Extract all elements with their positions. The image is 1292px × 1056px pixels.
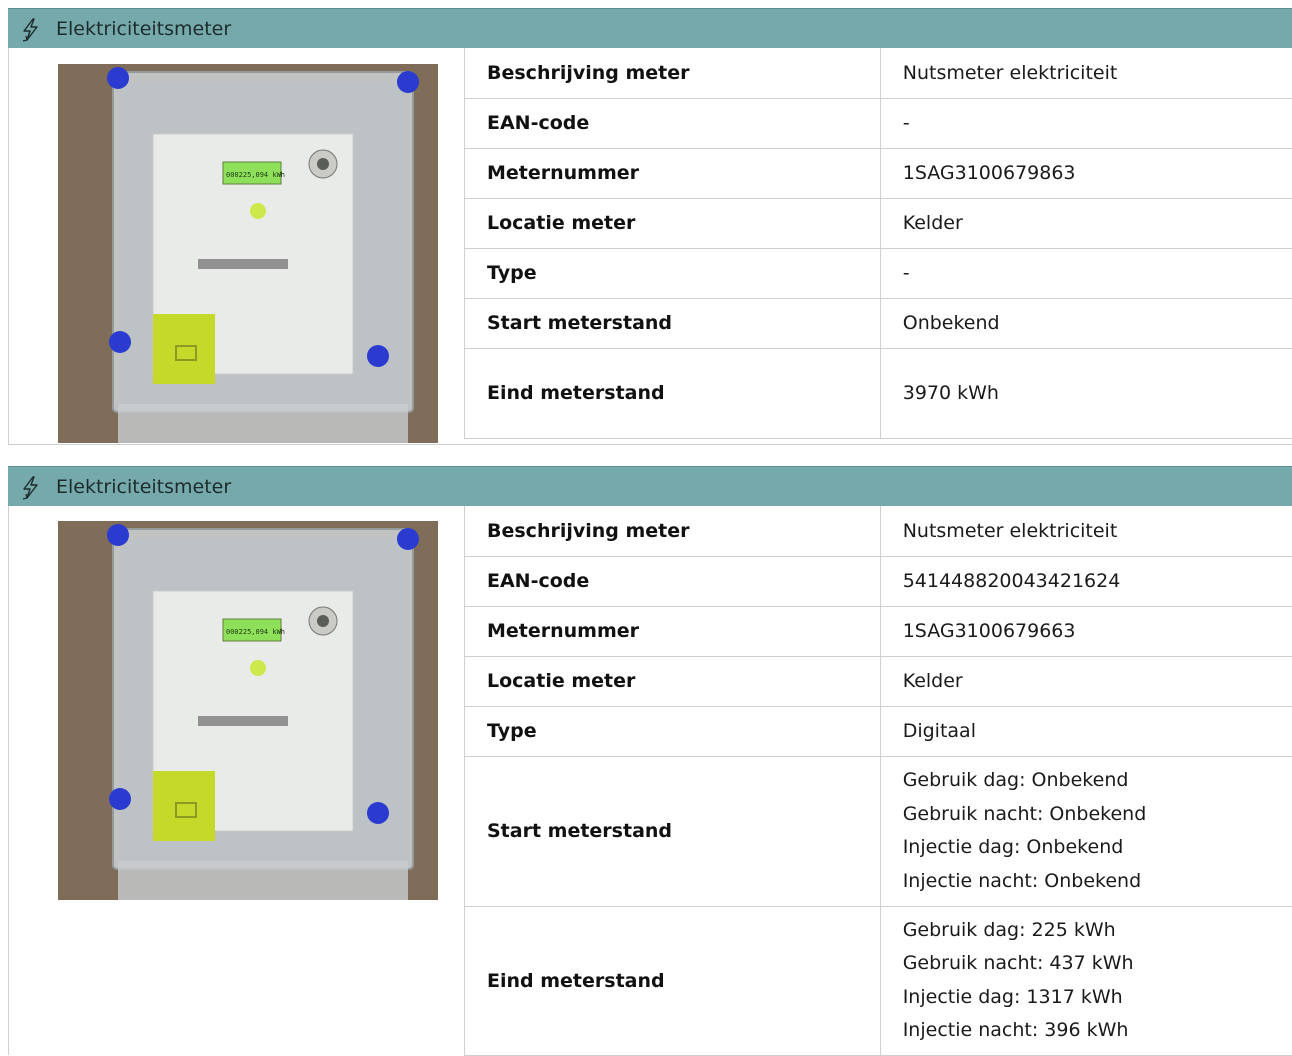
meter-details-table: Beschrijving meter Nutsmeter elektricite… xyxy=(464,48,1292,439)
row-value: Gebruik dag: Onbekend Gebruik nacht: Onb… xyxy=(880,756,1292,906)
row-label: Locatie meter xyxy=(465,656,881,706)
row-value: 541448820043421624 xyxy=(880,556,1292,606)
table-row: Eind meterstand 3970 kWh xyxy=(465,348,1292,438)
row-label: EAN-code xyxy=(465,98,881,148)
svg-text:000225,094 kWh: 000225,094 kWh xyxy=(226,171,285,179)
row-value: 3970 kWh xyxy=(880,348,1292,438)
table-row: Meternummer 1SAG3100679663 xyxy=(465,606,1292,656)
table-row: EAN-code - xyxy=(465,98,1292,148)
table-row: Locatie meter Kelder xyxy=(465,198,1292,248)
row-value: Onbekend xyxy=(880,298,1292,348)
section-title: Elektriciteitsmeter xyxy=(56,476,231,498)
table-row: Locatie meter Kelder xyxy=(465,656,1292,706)
meter-photo-image: 000225,094 kWh xyxy=(58,64,438,443)
value-line: Injectie nacht: 396 kWh xyxy=(903,1014,1292,1048)
value-line: Gebruik nacht: Onbekend xyxy=(903,798,1292,832)
value-line: Injectie nacht: Onbekend xyxy=(903,865,1292,899)
section-header: Elektriciteitsmeter xyxy=(8,466,1292,506)
lightning-bolt-icon xyxy=(20,18,42,42)
row-label: Beschrijving meter xyxy=(465,506,881,556)
row-value: Kelder xyxy=(880,656,1292,706)
row-label: Locatie meter xyxy=(465,198,881,248)
row-label: Type xyxy=(465,706,881,756)
section-header: Elektriciteitsmeter xyxy=(8,8,1292,48)
section-body: 000225,094 kWh Beschrijving meter Nutsme… xyxy=(8,506,1292,1055)
meter-photo[interactable]: 000225,094 kWh xyxy=(58,521,438,900)
row-value: 1SAG3100679863 xyxy=(880,148,1292,198)
row-value: Kelder xyxy=(880,198,1292,248)
value-line: Gebruik dag: Onbekend xyxy=(903,764,1292,798)
row-label: Beschrijving meter xyxy=(465,48,881,98)
table-row: Eind meterstand Gebruik dag: 225 kWh Geb… xyxy=(465,906,1292,1055)
table-row: Beschrijving meter Nutsmeter elektricite… xyxy=(465,506,1292,556)
table-row: Type Digitaal xyxy=(465,706,1292,756)
row-label: Meternummer xyxy=(465,606,881,656)
svg-text:000225,094 kWh: 000225,094 kWh xyxy=(226,628,285,636)
table-row: EAN-code 541448820043421624 xyxy=(465,556,1292,606)
table-row: Start meterstand Gebruik dag: Onbekend G… xyxy=(465,756,1292,906)
row-value: 1SAG3100679663 xyxy=(880,606,1292,656)
section-title: Elektriciteitsmeter xyxy=(56,18,231,40)
value-line: Injectie dag: 1317 kWh xyxy=(903,981,1292,1015)
row-label: EAN-code xyxy=(465,556,881,606)
row-value: Nutsmeter elektriciteit xyxy=(880,48,1292,98)
row-label: Start meterstand xyxy=(465,756,881,906)
lightning-bolt-icon xyxy=(20,476,42,500)
row-value: - xyxy=(880,248,1292,298)
value-line: Injectie dag: Onbekend xyxy=(903,831,1292,865)
row-value: - xyxy=(880,98,1292,148)
row-value: Digitaal xyxy=(880,706,1292,756)
table-row: Start meterstand Onbekend xyxy=(465,298,1292,348)
value-line: Gebruik nacht: 437 kWh xyxy=(903,947,1292,981)
meter-details-table: Beschrijving meter Nutsmeter elektricite… xyxy=(464,506,1292,1056)
row-label: Type xyxy=(465,248,881,298)
row-label: Start meterstand xyxy=(465,298,881,348)
section-body: 000225,094 kWh Beschrijving meter Nutsme… xyxy=(8,48,1292,445)
table-row: Beschrijving meter Nutsmeter elektricite… xyxy=(465,48,1292,98)
meter-section-1: Elektriciteitsmeter 000225,094 kWh xyxy=(8,8,1292,445)
table-row: Type - xyxy=(465,248,1292,298)
row-label: Eind meterstand xyxy=(465,906,881,1055)
row-label: Eind meterstand xyxy=(465,348,881,438)
meter-section-2: Elektriciteitsmeter 000225,094 kWh xyxy=(8,466,1292,1055)
row-label: Meternummer xyxy=(465,148,881,198)
table-row: Meternummer 1SAG3100679863 xyxy=(465,148,1292,198)
meter-photo-image: 000225,094 kWh xyxy=(58,521,438,900)
row-value: Nutsmeter elektriciteit xyxy=(880,506,1292,556)
meter-photo[interactable]: 000225,094 kWh xyxy=(58,64,438,443)
value-line: Gebruik dag: 225 kWh xyxy=(903,914,1292,948)
row-value: Gebruik dag: 225 kWh Gebruik nacht: 437 … xyxy=(880,906,1292,1055)
